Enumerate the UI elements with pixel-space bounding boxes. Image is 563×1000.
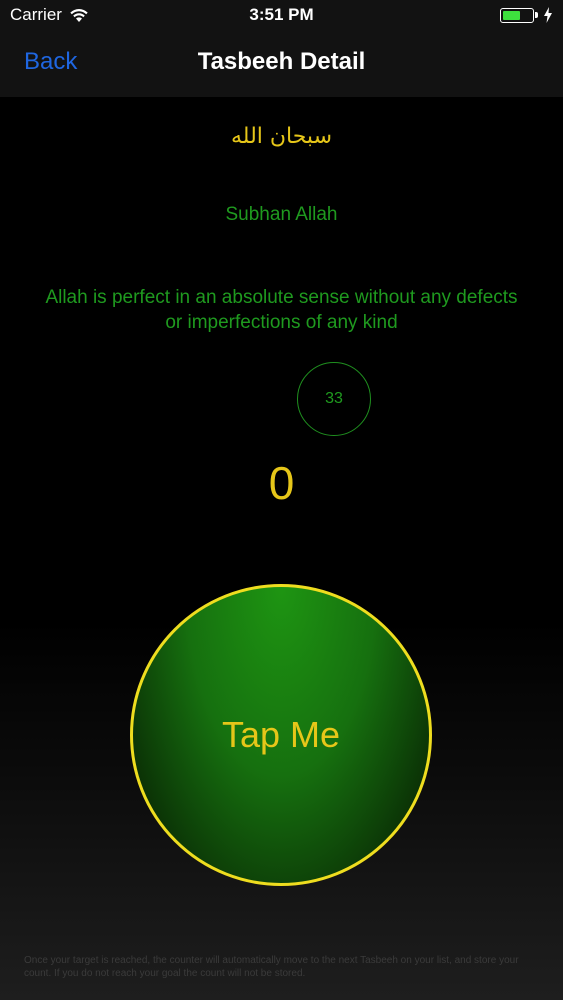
tasbeeh-meaning: Allah is perfect in an absolute sense wi… [45, 287, 518, 333]
battery-icon [500, 7, 534, 23]
status-time: 3:51 PM [249, 5, 314, 24]
battery-indicator [500, 7, 553, 23]
status-bar: Carrier 3:51 PM [0, 0, 563, 30]
battery-nub [535, 12, 538, 18]
target-count-value: 33 [325, 390, 343, 407]
tap-me-label: Tap Me [221, 714, 341, 755]
current-count: 0 [268, 457, 295, 509]
footer-note: Once your target is reached, the counter… [24, 955, 519, 979]
tasbeeh-transliteration: Subhan Allah [225, 204, 338, 225]
tasbeeh-arabic-text: سبحان الله [230, 124, 333, 149]
tap-me-button[interactable]: Tap Me [130, 584, 432, 886]
battery-level-fill [503, 10, 520, 20]
charging-bolt-icon [544, 7, 552, 23]
page-title: Tasbeeh Detail [197, 48, 366, 75]
navigation-bar: Back Tasbeeh Detail [0, 30, 563, 97]
target-count-badge: 33 [297, 362, 371, 436]
